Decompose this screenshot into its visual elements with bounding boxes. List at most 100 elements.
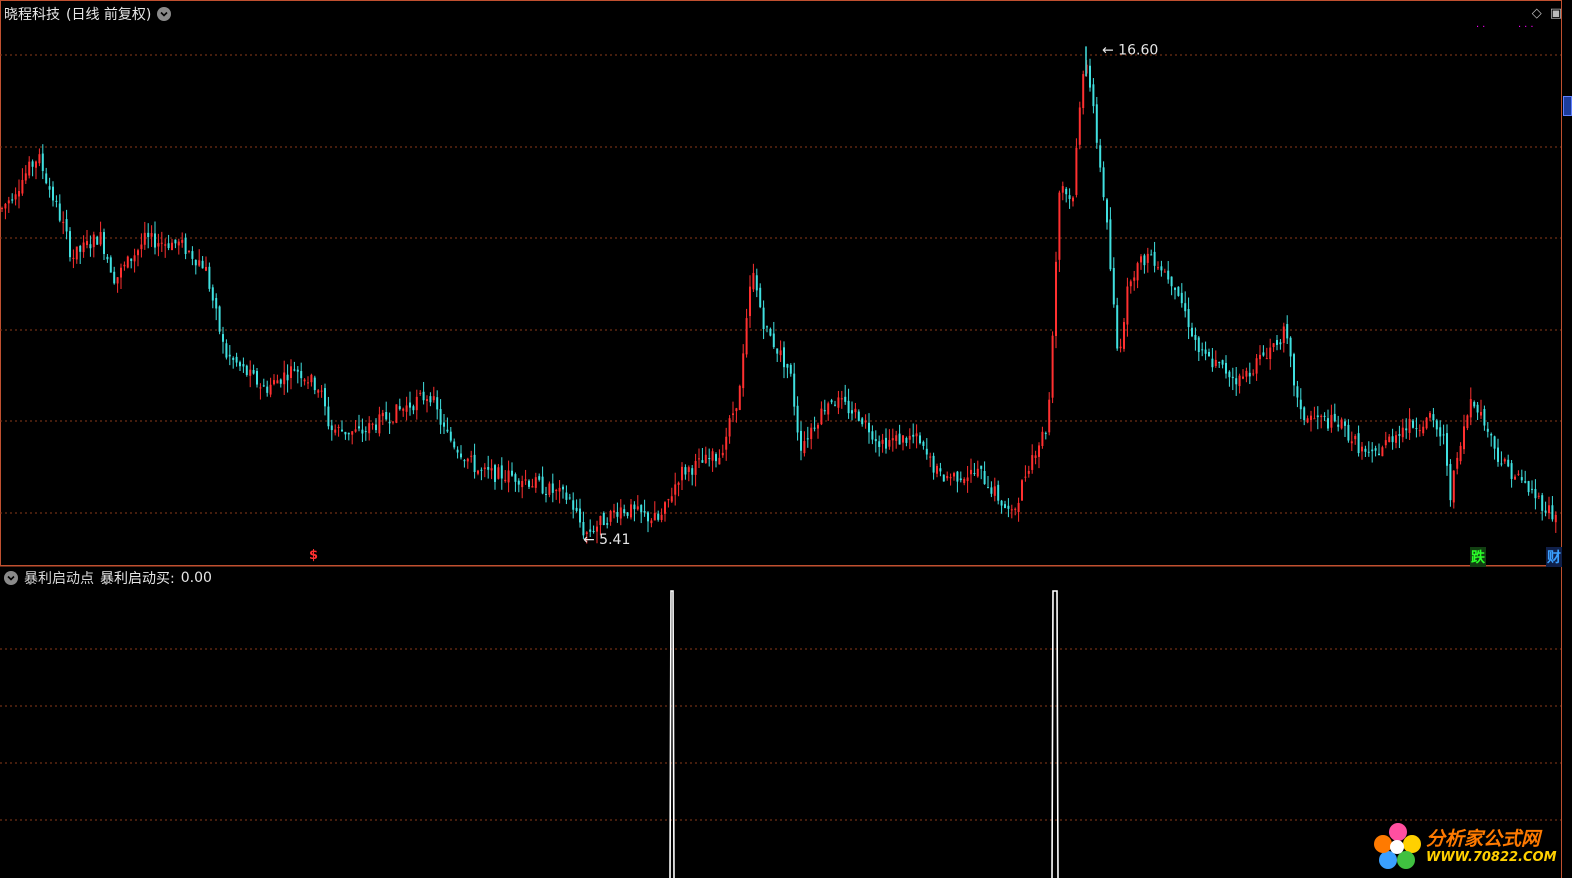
candle-body [1452, 470, 1455, 503]
candle-body [507, 470, 510, 483]
candle-body [1061, 186, 1064, 193]
candle-body [1398, 434, 1401, 436]
candle-body [1480, 411, 1482, 416]
candle-body [1463, 426, 1465, 450]
candle-body [419, 392, 422, 394]
indicator-title: 暴利启动点 暴利启动买: 0.00 [4, 568, 212, 588]
candle-body [1252, 373, 1255, 375]
candle-body [1034, 455, 1037, 458]
candle-body [684, 467, 687, 475]
right-edge-tag[interactable] [1563, 96, 1572, 116]
candle-body [929, 456, 932, 458]
candle-body [266, 386, 269, 393]
candle-body [1010, 509, 1013, 511]
candle-body [252, 370, 255, 374]
candle-body [640, 504, 643, 513]
candle-body [555, 490, 558, 492]
candle-body [109, 257, 112, 273]
stock-name: 晓程科技 [4, 7, 60, 23]
candle-body [460, 453, 462, 458]
candle-body [1333, 413, 1336, 422]
low-price-label: ← 5.41 [583, 532, 630, 548]
candle-body [687, 467, 690, 472]
chevron-down-icon[interactable] [4, 571, 18, 585]
candle-body [1415, 428, 1418, 430]
candle-body [392, 421, 394, 423]
candle-body [286, 374, 289, 381]
dollar-marker[interactable]: $ [309, 548, 318, 563]
candle-body [524, 479, 527, 481]
candle-body [1, 208, 3, 210]
window-icon[interactable]: ▣ [1550, 6, 1562, 21]
candle-body [18, 191, 20, 197]
candle-body [446, 429, 449, 432]
candles [1, 58, 1557, 544]
candle-body [1051, 335, 1054, 398]
candle-body [823, 410, 826, 412]
candle-body [1102, 167, 1105, 198]
candle-body [613, 510, 615, 513]
candle-body [861, 418, 864, 425]
candle-body [283, 372, 286, 385]
candle-body [1401, 427, 1404, 438]
signal-spike [669, 590, 675, 878]
candle-body [354, 429, 357, 432]
candle-body [1262, 352, 1265, 356]
die-marker[interactable]: 跌 [1470, 547, 1486, 567]
candle-body [1510, 463, 1513, 479]
candle-body [1442, 434, 1445, 436]
candle-body [1364, 448, 1367, 452]
candle-body [704, 454, 707, 463]
candle-body [483, 467, 486, 470]
candle-body [868, 422, 870, 433]
diamond-icon[interactable]: ◇ [1532, 6, 1542, 21]
candle-body [113, 271, 116, 284]
candle-body [290, 366, 292, 378]
candle-body [1225, 362, 1227, 374]
candle-body [851, 410, 853, 414]
candle-body [908, 435, 911, 440]
candle-body [337, 427, 340, 429]
candle-body [1184, 303, 1187, 312]
candle-body [317, 390, 320, 393]
candle-body [725, 436, 728, 450]
main-chart-title: 晓程科技 (日线 前复权) [4, 4, 172, 24]
candle-body [528, 480, 530, 487]
candle-body [300, 371, 303, 379]
candle-body [1347, 424, 1350, 441]
candle-body [888, 440, 891, 447]
candle-body [245, 365, 248, 375]
candle-body [1242, 376, 1244, 379]
candle-body [572, 500, 575, 510]
candle-body [1432, 414, 1435, 421]
candle-body [1269, 347, 1272, 360]
candle-body [1259, 354, 1261, 360]
candle-body [1514, 476, 1516, 480]
candle-body [123, 264, 126, 267]
chevron-down-icon[interactable] [157, 7, 172, 21]
cai-marker[interactable]: 财 [1546, 547, 1562, 567]
candle-body [174, 239, 177, 244]
candle-body [1116, 305, 1119, 349]
candle-body [1163, 271, 1166, 273]
candle-body [1429, 412, 1431, 418]
candlestick-chart[interactable]: ← 16.60 ← 5.41 [0, 0, 1572, 878]
candle-body [1167, 270, 1170, 280]
candle-body [1517, 473, 1520, 475]
candle-body [385, 412, 388, 420]
candle-body [562, 486, 564, 490]
candle-body [1320, 415, 1323, 418]
candle-body [987, 487, 989, 489]
candle-body [912, 434, 915, 437]
candle-body [1354, 435, 1357, 440]
candle-body [1007, 505, 1010, 509]
candle-body [1418, 430, 1421, 432]
candle-body [653, 513, 656, 521]
candle-body [1486, 428, 1489, 432]
candle-body [772, 333, 775, 348]
candle-body [1330, 414, 1333, 428]
watermark-site-name: 分析家公式网 [1426, 828, 1541, 850]
candle-body [738, 385, 741, 410]
candle-body [810, 427, 813, 440]
candle-body [891, 438, 894, 441]
